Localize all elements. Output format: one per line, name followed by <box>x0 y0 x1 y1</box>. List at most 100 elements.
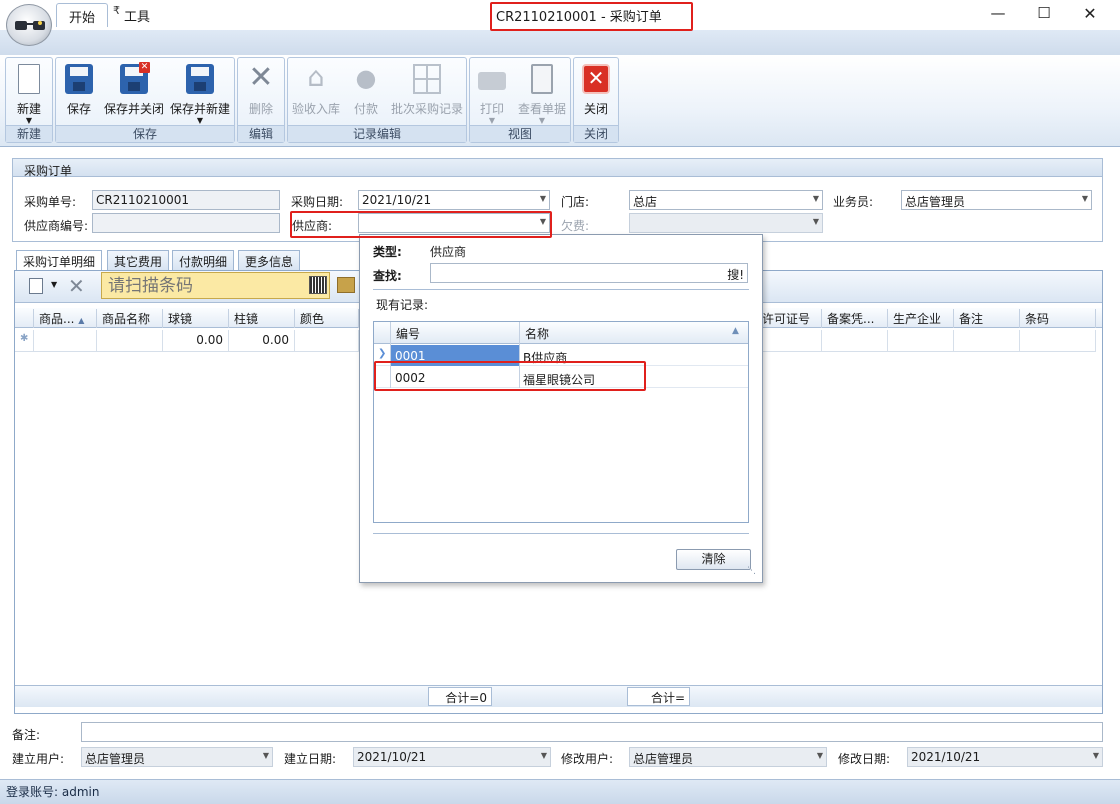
table-cell[interactable] <box>97 330 163 352</box>
table-cell[interactable] <box>888 330 954 352</box>
supplier-code-field[interactable] <box>92 213 280 233</box>
payment-button[interactable]: ● 付款 <box>346 62 386 126</box>
tab-tools[interactable]: 工具 <box>112 3 162 26</box>
salesman-label: 业务员: <box>833 195 874 209</box>
clipboard-icon <box>531 64 553 94</box>
column-header-license-no[interactable]: 许可证号 <box>757 309 822 328</box>
new-button[interactable]: 新建 ▼ <box>8 62 50 126</box>
tab-payment-detail[interactable]: 付款明细 <box>172 250 235 270</box>
maximize-button[interactable]: ☐ <box>1033 4 1055 24</box>
save-and-new-button[interactable]: 保存并新建 ▼ <box>168 62 232 126</box>
column-header-remark[interactable]: 备注 <box>954 309 1020 328</box>
table-cell[interactable] <box>34 330 97 352</box>
window-close-button[interactable]: ✕ <box>1079 4 1101 24</box>
chevron-down-icon[interactable]: ▼ <box>817 751 823 760</box>
delete-button[interactable]: ✕ 删除 <box>240 62 282 126</box>
tab-order-detail[interactable]: 采购订单明细 <box>16 250 103 271</box>
popup-search-button[interactable]: 搜! <box>727 266 744 283</box>
supplier-select[interactable]: ▼ <box>358 213 550 233</box>
table-cell[interactable] <box>757 330 822 352</box>
table-cell[interactable] <box>1020 330 1096 352</box>
chevron-down-icon[interactable]: ▼ <box>541 751 547 760</box>
column-header-sphere[interactable]: 球镜 <box>163 309 229 328</box>
tab-start[interactable]: 开始 <box>56 3 109 27</box>
app-menu-button[interactable] <box>6 4 52 46</box>
chevron-down-icon[interactable]: ▼ <box>263 751 269 760</box>
created-user-select[interactable]: 总店管理员 ▼ <box>81 747 273 767</box>
column-header-color[interactable]: 颜色 <box>295 309 359 328</box>
supplier-code-cell[interactable]: 0001 <box>395 349 426 363</box>
column-header-product-name[interactable]: 商品名称 <box>97 309 163 328</box>
delete-row-icon[interactable]: ✕ <box>68 274 85 298</box>
print-button[interactable]: 打印 ▼ <box>472 62 512 126</box>
column-header-manufacturer[interactable]: 生产企业 <box>888 309 954 328</box>
ribbon-group-view: 打印 ▼ 查看单据 ▼ 视图 <box>469 57 571 143</box>
table-cell-sphere[interactable]: 0.00 <box>163 330 229 352</box>
popup-column-header-code[interactable]: 编号 <box>396 325 420 342</box>
barcode-scan-input[interactable] <box>101 272 330 299</box>
column-header-product-code[interactable]: 商品... ▲ <box>34 309 97 328</box>
order-form-header <box>12 158 1103 177</box>
tab-more-info[interactable]: 更多信息 <box>238 250 301 270</box>
chevron-down-icon[interactable]: ▼ <box>540 194 546 203</box>
view-document-button[interactable]: 查看单据 ▼ <box>514 62 570 126</box>
remark-input[interactable] <box>81 722 1103 742</box>
column-header-filing-cert[interactable]: 备案凭... <box>822 309 888 328</box>
popup-grid-divider <box>519 322 520 388</box>
barcode-icon[interactable] <box>309 276 327 294</box>
save-and-close-button[interactable]: ✕ 保存并关闭 <box>102 62 166 126</box>
minimize-button[interactable]: — <box>987 4 1009 24</box>
column-header-cylinder[interactable]: 柱镜 <box>229 309 295 328</box>
supplier-code-cell[interactable]: 0002 <box>395 371 426 385</box>
coins-icon: ● <box>355 64 377 92</box>
table-cell[interactable] <box>822 330 888 352</box>
modified-user-select[interactable]: 总店管理员 ▼ <box>629 747 827 767</box>
chevron-down-icon[interactable]: ▼ <box>540 217 546 226</box>
column-header-barcode[interactable]: 条码 <box>1020 309 1096 328</box>
created-date-picker[interactable]: 2021/10/21 ▼ <box>353 747 551 767</box>
created-date-value: 2021/10/21 <box>357 750 427 764</box>
chevron-down-icon[interactable]: ▼ <box>813 194 819 203</box>
ribbon-group-label: 关闭 <box>574 125 618 142</box>
chevron-down-icon[interactable]: ▼ <box>51 280 57 289</box>
glasses-icon <box>15 21 45 30</box>
modified-user-label: 修改用户: <box>561 752 614 766</box>
receive-stock-button[interactable]: ⌂ 验收入库 <box>290 62 342 126</box>
order-no-label: 采购单号: <box>24 195 77 209</box>
table-cell-cylinder[interactable]: 0.00 <box>229 330 295 352</box>
close-button[interactable]: ✕ 关闭 <box>576 62 616 126</box>
supplier-name-cell[interactable]: B供应商 <box>523 349 567 366</box>
popup-divider <box>373 533 749 534</box>
new-row-indicator-icon: ✱ <box>15 330 34 352</box>
table-cell[interactable] <box>295 330 359 352</box>
floppy-disk-icon <box>65 64 93 94</box>
table-cell[interactable] <box>954 330 1020 352</box>
save-button[interactable]: 保存 <box>60 62 98 126</box>
add-row-icon[interactable] <box>29 278 43 294</box>
chevron-down-icon[interactable]: ▼ <box>1093 751 1099 760</box>
salesman-select[interactable]: 总店管理员 ▼ <box>901 190 1092 210</box>
supplier-name-cell[interactable]: 福星眼镜公司 <box>523 371 595 388</box>
batch-purchase-record-button[interactable]: 批次采购记录 <box>390 62 464 126</box>
chevron-down-icon[interactable]: ▼ <box>813 217 819 226</box>
popup-search-input[interactable]: 搜! <box>430 263 748 283</box>
order-date-picker[interactable]: 2021/10/21 ▼ <box>358 190 550 210</box>
popup-column-header-name[interactable]: 名称 <box>525 325 549 342</box>
store-select[interactable]: 总店 ▼ <box>629 190 823 210</box>
popup-grid-header <box>374 322 748 344</box>
resize-grip-icon[interactable]: ⋱ <box>747 566 756 576</box>
login-account-status: 登录账号: admin <box>6 785 100 799</box>
order-no-field[interactable]: CR2110210001 <box>92 190 280 210</box>
printer-icon <box>478 72 506 90</box>
owed-select[interactable]: ▼ <box>629 213 823 233</box>
tab-other-fees[interactable]: 其它费用 <box>107 250 170 270</box>
ribbon-group-edit: ✕ 删除 编辑 <box>237 57 285 143</box>
popup-type-label: 类型: <box>373 245 402 259</box>
chevron-down-icon[interactable]: ▼ <box>1082 194 1088 203</box>
ribbon-group-label: 视图 <box>470 125 570 142</box>
popup-clear-button[interactable]: 清除 <box>676 549 751 570</box>
sort-arrow-icon[interactable]: ▲ <box>732 326 739 336</box>
store-value: 总店 <box>633 195 658 209</box>
box-icon[interactable] <box>337 277 355 293</box>
modified-date-picker[interactable]: 2021/10/21 ▼ <box>907 747 1103 767</box>
